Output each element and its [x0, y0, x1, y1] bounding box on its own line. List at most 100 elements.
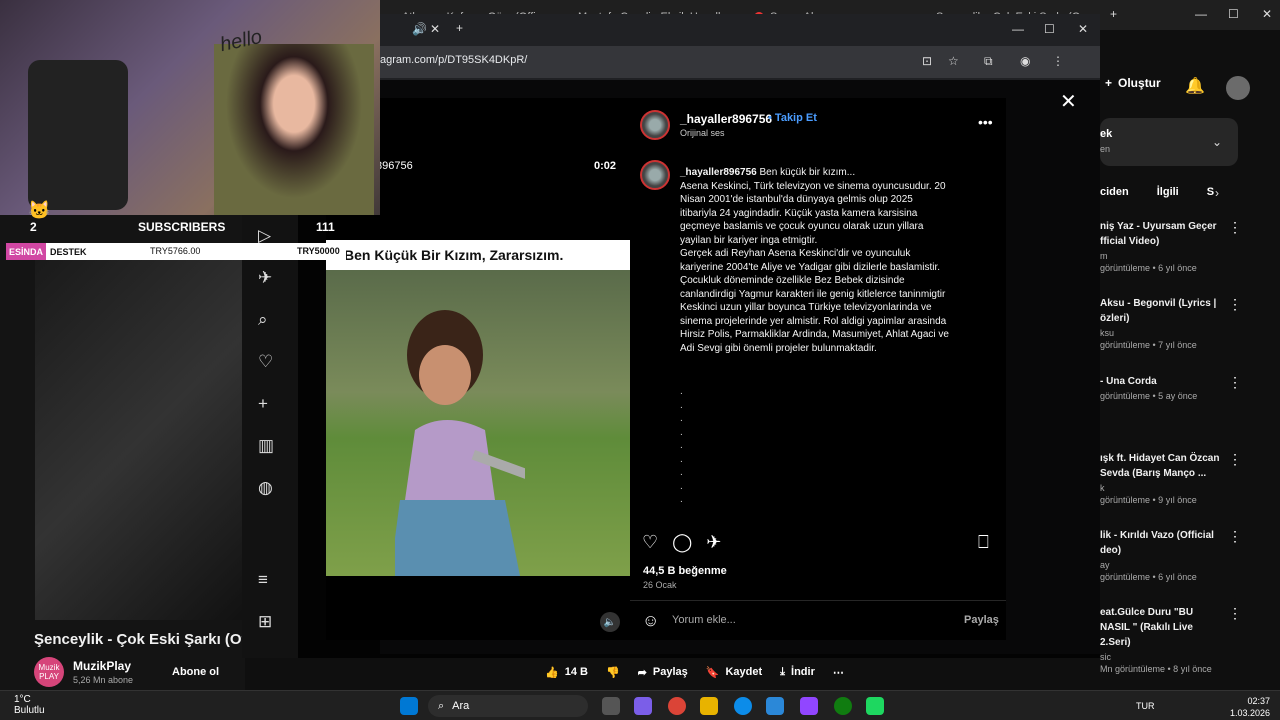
- author-username[interactable]: _hayaller896756: [680, 112, 772, 126]
- like-count[interactable]: 44,5 B beğenme: [643, 565, 727, 577]
- follow-button[interactable]: • Takip Et: [768, 112, 817, 124]
- clock[interactable]: 02:37 1.03.2026: [1230, 695, 1270, 719]
- caption-avatar[interactable]: [640, 160, 670, 190]
- create-icon[interactable]: +: [258, 394, 268, 414]
- recommended-video[interactable]: eat.Gülce Duru "BU NASIL " (Rakılı Live …: [1100, 605, 1280, 674]
- minimize-icon[interactable]: —: [1195, 7, 1207, 21]
- more-vert-icon[interactable]: ⋮: [1228, 219, 1242, 236]
- streamer: [214, 44, 374, 215]
- video-actions: 👍 14 B 👎 ➦ Paylaş 🔖 Kaydet ⤓ İndir ⋯: [545, 660, 935, 684]
- recommended-video[interactable]: niş Yaz - Uyursam Geçer fficial Video) m g…: [1100, 219, 1280, 273]
- comment-icon[interactable]: ◯: [672, 532, 692, 553]
- more-actions-icon[interactable]: ⋯: [833, 666, 844, 679]
- menu-icon[interactable]: ≡: [258, 570, 268, 590]
- profile-icon[interactable]: ◍: [258, 478, 273, 498]
- more-vert-icon[interactable]: ⋮: [1228, 451, 1242, 468]
- language-indicator[interactable]: TUR: [1136, 701, 1155, 711]
- recommended-video[interactable]: lik - Kırıldı Vazo (Official deo) ay görün…: [1100, 528, 1280, 582]
- chip[interactable]: ciden: [1100, 186, 1129, 198]
- start-icon[interactable]: [400, 697, 418, 715]
- follower-count: 2: [30, 220, 37, 234]
- chrome-icon[interactable]: [668, 697, 686, 715]
- more-vert-icon[interactable]: ⋮: [1228, 296, 1242, 313]
- post-actions: ♡ ◯ ✈: [642, 532, 721, 553]
- star-icon[interactable]: ☆: [948, 54, 959, 68]
- recommended-video[interactable]: - Una Corda görüntüleme • 5 ay önce ⋮: [1100, 374, 1280, 401]
- goal-tag: ESİNDA: [6, 243, 47, 260]
- maximize-icon[interactable]: ☐: [1228, 7, 1239, 21]
- xbox-icon[interactable]: [834, 697, 852, 715]
- save-button[interactable]: 🔖 Kaydet: [706, 666, 762, 679]
- channel-name[interactable]: MuzikPlay: [73, 659, 131, 673]
- more-vert-icon[interactable]: ⋮: [1228, 528, 1242, 545]
- recommended-video[interactable]: Aksu - Begonvil (Lyrics | özleri) ksu görü…: [1100, 296, 1280, 350]
- menu-icon[interactable]: ⋮: [1052, 54, 1064, 68]
- dashboard-icon[interactable]: ▥: [258, 436, 274, 456]
- subscribers-value: 111: [316, 220, 335, 234]
- search-icon[interactable]: ⌕: [258, 310, 268, 330]
- recommended-video[interactable]: ışk ft. Hidayet Can Özcan Sevda (Barış M…: [1100, 451, 1280, 505]
- profile-icon[interactable]: ◉: [1020, 54, 1030, 68]
- subscribe-button[interactable]: Abone ol: [160, 657, 231, 687]
- chip[interactable]: S: [1207, 186, 1214, 198]
- create-button[interactable]: + Oluştur: [1105, 76, 1161, 90]
- taskbar-search[interactable]: ⌕ Ara: [428, 695, 588, 717]
- copilot-icon[interactable]: [634, 697, 652, 715]
- front-tab-strip: 🔊 ✕ + — ☐ ✕: [380, 14, 1100, 46]
- store-icon[interactable]: [766, 697, 784, 715]
- thumbs-up-icon: 👍: [545, 666, 559, 679]
- minimize-icon[interactable]: —: [1012, 22, 1024, 36]
- new-tab-icon[interactable]: +: [456, 21, 463, 35]
- task-view-icon[interactable]: [602, 697, 620, 715]
- apps-icon[interactable]: ⊞: [258, 612, 272, 632]
- download-icon: ⤓: [780, 665, 786, 678]
- cat-icon: 🐱: [28, 200, 51, 220]
- goal-target: TRY50000: [297, 246, 340, 256]
- author-avatar[interactable]: [640, 110, 670, 140]
- new-tab-icon[interactable]: +: [1110, 7, 1117, 21]
- install-icon[interactable]: ⊡: [922, 54, 932, 68]
- messages-icon[interactable]: ✈: [258, 268, 272, 288]
- close-icon[interactable]: ✕: [1262, 7, 1272, 21]
- mute-icon[interactable]: 🔈: [600, 612, 620, 632]
- file-explorer-icon[interactable]: [700, 697, 718, 715]
- extensions-icon[interactable]: ⧉: [984, 54, 993, 69]
- comment-input[interactable]: Yorum ekle...: [672, 614, 736, 626]
- caption-username[interactable]: _hayaller896756: [680, 167, 757, 178]
- video-timestamp: 0:02: [593, 160, 616, 172]
- user-avatar[interactable]: [1226, 76, 1250, 100]
- more-options-icon[interactable]: •••: [978, 114, 993, 130]
- bell-icon[interactable]: 🔔: [1185, 76, 1205, 96]
- share-button[interactable]: ➦ Paylaş: [638, 666, 688, 679]
- audio-label[interactable]: Orijinal ses: [680, 128, 725, 138]
- chevron-down-icon[interactable]: ⌄: [1212, 135, 1222, 149]
- twitch-icon[interactable]: [800, 697, 818, 715]
- subscriber-count: 5,26 Mn abone: [73, 675, 134, 685]
- close-icon[interactable]: ✕: [1078, 22, 1088, 36]
- maximize-icon[interactable]: ☐: [1044, 22, 1055, 36]
- download-button[interactable]: ⤓ İndir: [780, 666, 815, 679]
- app-icon[interactable]: [866, 697, 884, 715]
- post-caption: _hayaller896756 Ben küçük bir kızım... A…: [680, 166, 950, 355]
- bookmark-icon[interactable]: ⎕: [978, 532, 989, 553]
- more-vert-icon[interactable]: ⋮: [1228, 605, 1242, 622]
- chip[interactable]: İlgili: [1157, 186, 1179, 198]
- audio-icon[interactable]: 🔊: [412, 22, 427, 36]
- share-icon[interactable]: ✈: [706, 532, 721, 553]
- dislike-button[interactable]: 👎: [606, 666, 620, 679]
- more-vert-icon[interactable]: ⋮: [1228, 374, 1242, 391]
- url-text[interactable]: agram.com/p/DT95SK4DKpR/: [380, 54, 527, 66]
- tab-close-icon[interactable]: ✕: [430, 22, 440, 36]
- youtube-video-frame[interactable]: [35, 260, 245, 620]
- chevron-right-icon[interactable]: ›: [1215, 186, 1219, 200]
- heart-icon[interactable]: ♡: [258, 352, 273, 372]
- caption-text: Ben küçük bir kızım... Asena Keskinci, T…: [680, 167, 949, 354]
- post-comment-button[interactable]: Paylaş: [964, 614, 999, 626]
- like-button[interactable]: 👍 14 B: [545, 666, 588, 679]
- weather-widget[interactable]: 1°C Bulutlu: [14, 694, 45, 716]
- edge-icon[interactable]: [734, 697, 752, 715]
- emoji-icon[interactable]: ☺: [642, 611, 659, 631]
- channel-avatar[interactable]: Muzik PLAY: [34, 657, 64, 687]
- like-heart-icon[interactable]: ♡: [642, 532, 658, 553]
- close-modal-icon[interactable]: ✕: [1060, 89, 1077, 114]
